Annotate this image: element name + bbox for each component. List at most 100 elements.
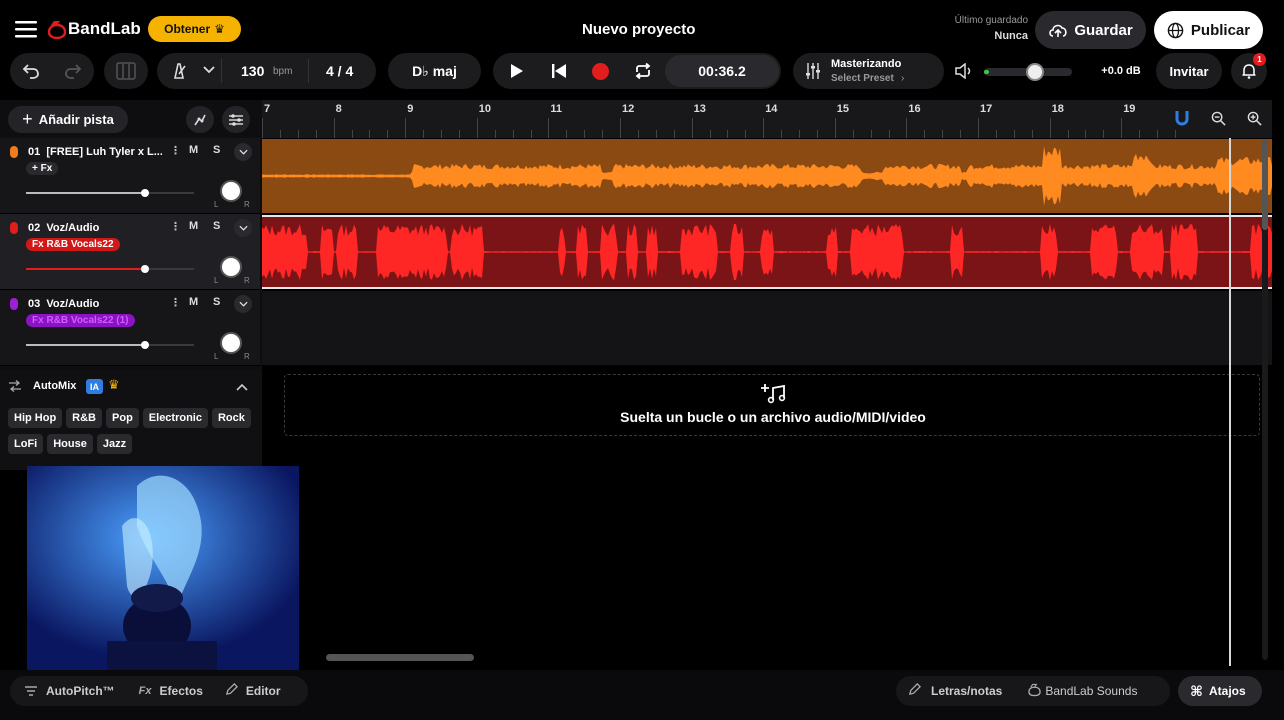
autopitch-button[interactable]: AutoPitch™ bbox=[24, 683, 115, 700]
timeline-ruler[interactable]: 7 8 9 10 11 12 13 14 15 16 17 18 19 bbox=[262, 100, 1272, 138]
track-3-fx-tag[interactable]: Fx R&B Vocals22 (1) bbox=[26, 314, 135, 327]
track-3-lane[interactable] bbox=[262, 291, 1272, 365]
speaker-icon[interactable] bbox=[955, 62, 973, 82]
transport-toolbar: 130 bpm 4 / 4 D♭ maj 00:36.2 Masterizand… bbox=[0, 50, 1284, 94]
shortcuts-label: Atajos bbox=[1209, 684, 1246, 698]
chevron-down-icon[interactable] bbox=[234, 295, 252, 313]
track-header-1[interactable]: 01 [FREE] Luh Tyler x L... + Fx ⋮ M S L … bbox=[0, 138, 260, 214]
mastering-preset: Select Preset bbox=[831, 73, 894, 84]
genre-rock[interactable]: Rock bbox=[211, 408, 251, 428]
master-volume-knob[interactable] bbox=[1026, 63, 1045, 81]
get-button[interactable]: Obtener ♛ bbox=[148, 16, 241, 42]
editor-label: Editor bbox=[245, 684, 281, 698]
globe-icon bbox=[1167, 22, 1184, 38]
tempo-value[interactable]: 130 bbox=[241, 63, 264, 79]
track-2-fx-tag[interactable]: Fx R&B Vocals22 bbox=[26, 238, 120, 251]
logo-text: BandLab bbox=[68, 19, 141, 38]
chevron-up-icon[interactable] bbox=[236, 379, 248, 394]
save-button[interactable]: Guardar bbox=[1035, 11, 1146, 49]
notifications-button[interactable]: 1 bbox=[1231, 53, 1267, 89]
pan-knob[interactable] bbox=[220, 180, 242, 202]
undo-icon[interactable] bbox=[10, 63, 52, 79]
metronome-icon[interactable] bbox=[169, 62, 189, 80]
track-2-volume-slider[interactable] bbox=[26, 265, 194, 273]
key-selector[interactable]: D♭ maj bbox=[388, 53, 481, 89]
track-1-region[interactable] bbox=[262, 139, 1272, 213]
redo-icon[interactable] bbox=[52, 63, 94, 79]
genre-hip-hop[interactable]: Hip Hop bbox=[8, 408, 63, 428]
track-1-mute-button[interactable]: M bbox=[189, 144, 198, 156]
horizontal-scrollbar[interactable] bbox=[326, 654, 474, 661]
time-signature[interactable]: 4 / 4 bbox=[326, 63, 353, 79]
track-options-icon[interactable]: ⋮ bbox=[170, 144, 181, 157]
ruler-label: 8 bbox=[335, 103, 342, 115]
add-track-button[interactable]: + Añadir pista bbox=[8, 106, 128, 133]
last-saved-value: Nunca bbox=[994, 30, 1028, 42]
bandlab-sounds-button[interactable]: BandLab Sounds bbox=[1028, 683, 1137, 700]
bandlab-logo[interactable]: BandLab bbox=[48, 19, 141, 39]
ruler-tick bbox=[942, 130, 944, 138]
drop-zone[interactable]: Suelta un bucle o un archivo audio/MIDI/… bbox=[284, 374, 1260, 436]
pen-icon bbox=[908, 683, 921, 699]
microphone-icon bbox=[10, 222, 18, 234]
snap-magnet-icon[interactable] bbox=[1170, 104, 1194, 132]
loop-icon[interactable] bbox=[633, 61, 653, 81]
publish-button[interactable]: Publicar bbox=[1154, 11, 1263, 49]
track-2-mute-button[interactable]: M bbox=[189, 220, 198, 232]
volume-knob[interactable] bbox=[141, 265, 150, 273]
metronome-chevron-down-icon[interactable] bbox=[203, 63, 215, 78]
genre-pop[interactable]: Pop bbox=[106, 408, 139, 428]
track-3-solo-button[interactable]: S bbox=[213, 296, 220, 308]
editor-button[interactable]: Editor bbox=[225, 683, 281, 699]
genre-jazz[interactable]: Jazz bbox=[96, 434, 133, 454]
editing-tools-group: AutoPitch™ Fx Efectos Editor bbox=[10, 676, 308, 706]
pan-knob[interactable] bbox=[220, 332, 242, 354]
genre-lofi[interactable]: LoFi bbox=[8, 434, 44, 454]
menu-icon[interactable] bbox=[14, 18, 38, 40]
zoom-in-icon[interactable] bbox=[1242, 104, 1266, 132]
track-2-solo-button[interactable]: S bbox=[213, 220, 220, 232]
track-3-mute-button[interactable]: M bbox=[189, 296, 198, 308]
track-1-fx-tag[interactable]: + Fx bbox=[26, 162, 59, 175]
playhead[interactable] bbox=[1229, 138, 1231, 666]
track-settings-icon[interactable] bbox=[222, 106, 250, 133]
ruler-tick bbox=[781, 130, 783, 138]
vertical-scrollbar[interactable] bbox=[1262, 140, 1268, 660]
genre-electronic[interactable]: Electronic bbox=[142, 408, 208, 428]
lyrics-button[interactable]: Letras/notas bbox=[908, 683, 1002, 699]
ruler-tick bbox=[423, 130, 425, 138]
mastering-button[interactable]: Masterizando Select Preset › bbox=[793, 53, 944, 89]
invite-button[interactable]: Invitar bbox=[1156, 53, 1222, 89]
track-header-2[interactable]: 02 Voz/Audio Fx R&B Vocals22 ⋮ M S L R bbox=[0, 214, 260, 290]
master-volume-slider[interactable] bbox=[984, 63, 1072, 81]
shortcuts-button[interactable]: ⌘ Atajos bbox=[1178, 676, 1262, 706]
ruler-tick bbox=[351, 130, 353, 138]
volume-knob[interactable] bbox=[141, 341, 150, 349]
genre-rnb[interactable]: R&B bbox=[66, 408, 103, 428]
automation-icon[interactable] bbox=[186, 106, 214, 133]
track-3-volume-slider[interactable] bbox=[26, 341, 194, 349]
track-options-icon[interactable]: ⋮ bbox=[170, 296, 181, 309]
keyboard-icon[interactable] bbox=[104, 53, 148, 89]
ruler-tick bbox=[978, 118, 979, 138]
track-1-solo-button[interactable]: S bbox=[213, 144, 220, 156]
chevron-down-icon[interactable] bbox=[234, 219, 252, 237]
chevron-down-icon[interactable] bbox=[234, 143, 252, 161]
project-title[interactable]: Nuevo proyecto bbox=[582, 21, 695, 38]
track-options-icon[interactable]: ⋮ bbox=[170, 220, 181, 233]
play-icon[interactable] bbox=[507, 61, 527, 81]
effects-button[interactable]: Fx Efectos bbox=[139, 684, 203, 698]
track-2-region[interactable] bbox=[262, 215, 1272, 289]
zoom-out-icon[interactable] bbox=[1206, 104, 1230, 132]
track-header-3[interactable]: 03 Voz/Audio Fx R&B Vocals22 (1) ⋮ M S L… bbox=[0, 290, 260, 366]
track-1-volume-slider[interactable] bbox=[26, 189, 194, 197]
ruler-tick bbox=[1085, 130, 1087, 138]
genre-house[interactable]: House bbox=[47, 434, 93, 454]
microphone-icon bbox=[10, 146, 18, 158]
pan-knob[interactable] bbox=[220, 256, 242, 278]
skip-to-start-icon[interactable] bbox=[549, 61, 569, 81]
ruler-tick bbox=[584, 130, 586, 138]
volume-knob[interactable] bbox=[141, 189, 150, 197]
mastering-title: Masterizando bbox=[831, 58, 902, 70]
record-icon[interactable] bbox=[592, 63, 609, 80]
